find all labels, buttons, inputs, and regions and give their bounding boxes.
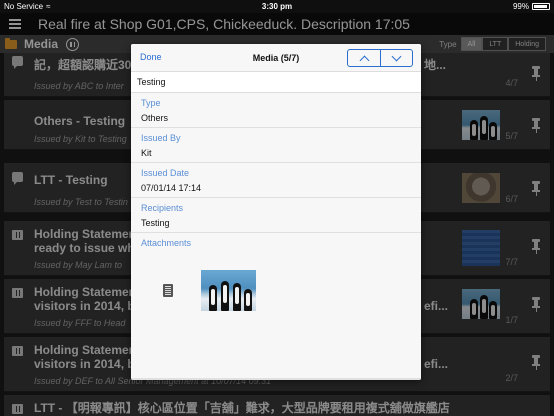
field-value: Testing <box>141 218 170 228</box>
type-field: Type Others <box>131 93 421 128</box>
item-navigator <box>347 49 413 67</box>
chevron-up-icon <box>359 55 369 65</box>
next-item-button[interactable] <box>380 50 412 66</box>
previous-item-button[interactable] <box>348 50 380 66</box>
clock: 3:30 pm <box>261 2 293 11</box>
document-attachment-icon[interactable] <box>163 284 173 297</box>
battery-icon <box>532 3 550 10</box>
chevron-down-icon <box>391 51 402 61</box>
done-button[interactable]: Done <box>140 52 162 62</box>
field-label: Recipients <box>141 203 184 213</box>
status-bar: No Service ≈ 3:30 pm 99% <box>0 0 554 13</box>
issued-by-field: Issued By Kit <box>131 128 421 163</box>
dialog-header: Done Media (5/7) <box>131 44 421 72</box>
field-value: 07/01/14 17:14 <box>141 183 202 193</box>
field-value: Kit <box>141 148 152 158</box>
media-detail-dialog: Done Media (5/7) Testing Type Others Iss… <box>131 44 421 380</box>
field-label: Issued Date <box>141 168 190 178</box>
divider <box>131 378 421 380</box>
field-label: Issued By <box>141 133 181 143</box>
attachments-label: Attachments <box>141 238 192 248</box>
issued-date-field: Issued Date 07/01/14 17:14 <box>131 163 421 198</box>
recipients-field: Recipients Testing <box>131 198 421 233</box>
subject-text: Testing <box>131 72 421 93</box>
field-label: Type <box>141 98 161 108</box>
field-value: Others <box>141 113 169 123</box>
image-attachment[interactable] <box>201 270 256 311</box>
attachments-section: Attachments <box>131 233 421 325</box>
